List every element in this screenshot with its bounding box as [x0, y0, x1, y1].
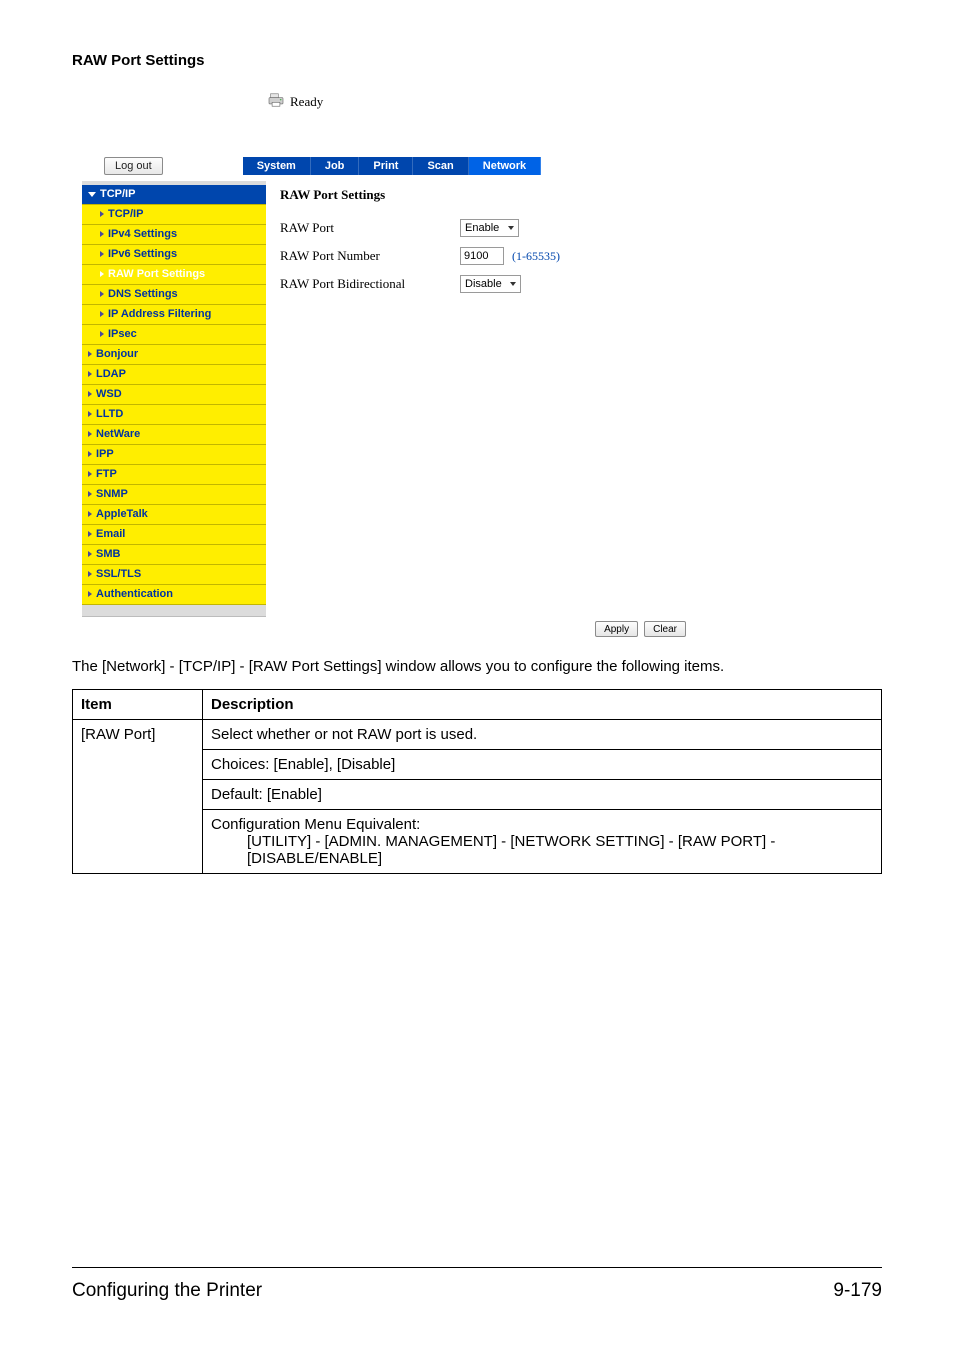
sidebar-label: IPv6 Settings [108, 248, 177, 260]
tab-scan[interactable]: Scan [413, 157, 468, 175]
sidebar-label: LDAP [96, 368, 126, 380]
sidebar-label: SMB [96, 548, 120, 560]
tab-print[interactable]: Print [359, 157, 413, 175]
tab-job[interactable]: Job [311, 157, 360, 175]
sidebar-label: Email [96, 528, 125, 540]
status-bar: Ready [72, 89, 690, 117]
table-header-description: Description [203, 690, 882, 720]
sidebar-item-ssltls[interactable]: SSL/TLS [82, 565, 266, 585]
sidebar-label: Bonjour [96, 348, 138, 360]
sidebar-label: FTP [96, 468, 117, 480]
menu-eq-heading: Configuration Menu Equivalent: [211, 816, 420, 833]
sidebar-item-ipv6[interactable]: IPv6 Settings [82, 245, 266, 265]
raw-port-number-range: (1-65535) [512, 249, 560, 264]
sidebar-label: IPP [96, 448, 114, 460]
footer-right: 9-179 [833, 1280, 882, 1302]
sidebar-label: SNMP [96, 488, 128, 500]
sidebar-item-ftp[interactable]: FTP [82, 465, 266, 485]
sidebar-item-raw-port[interactable]: RAW Port Settings [82, 265, 266, 285]
sidebar-label: AppleTalk [96, 508, 148, 520]
raw-port-number-label: RAW Port Number [280, 248, 460, 264]
sidebar-item-ipv4[interactable]: IPv4 Settings [82, 225, 266, 245]
raw-port-bidirectional-label: RAW Port Bidirectional [280, 276, 460, 292]
sidebar-item-smb[interactable]: SMB [82, 545, 266, 565]
menu-eq-path: [UTILITY] - [ADMIN. MANAGEMENT] - [NETWO… [211, 833, 873, 867]
sidebar-label: IPsec [108, 328, 137, 340]
sidebar-item-email[interactable]: Email [82, 525, 266, 545]
tab-bar: System Job Print Scan Network [243, 157, 541, 175]
table-header-item: Item [73, 690, 203, 720]
sidebar-item-wsd[interactable]: WSD [82, 385, 266, 405]
table-desc-line1: Select whether or not RAW port is used. [203, 720, 882, 750]
sidebar-label: NetWare [96, 428, 140, 440]
sidebar-label: WSD [96, 388, 122, 400]
sidebar-item-ipp[interactable]: IPP [82, 445, 266, 465]
sidebar-label: IP Address Filtering [108, 308, 211, 320]
printer-icon [268, 93, 284, 111]
sidebar-item-netware[interactable]: NetWare [82, 425, 266, 445]
sidebar-item-snmp[interactable]: SNMP [82, 485, 266, 505]
sidebar-item-ipfilter[interactable]: IP Address Filtering [82, 305, 266, 325]
table-desc-line3: Default: [Enable] [203, 780, 882, 810]
sidebar-label: Authentication [96, 588, 173, 600]
sidebar: TCP/IP TCP/IP IPv4 Settings IPv6 Setting… [82, 181, 266, 617]
content-title: RAW Port Settings [280, 187, 676, 203]
sidebar-label: TCP/IP [108, 208, 143, 220]
sidebar-item-tcpip[interactable]: TCP/IP [82, 205, 266, 225]
raw-port-number-input[interactable] [460, 247, 504, 265]
raw-port-label: RAW Port [280, 220, 460, 236]
sidebar-label: LLTD [96, 408, 123, 420]
table-desc-line2: Choices: [Enable], [Disable] [203, 750, 882, 780]
tab-system[interactable]: System [243, 157, 311, 175]
sidebar-item-bonjour[interactable]: Bonjour [82, 345, 266, 365]
sidebar-item-appletalk[interactable]: AppleTalk [82, 505, 266, 525]
clear-button[interactable]: Clear [644, 621, 686, 637]
sidebar-label: DNS Settings [108, 288, 178, 300]
body-paragraph: The [Network] - [TCP/IP] - [RAW Port Set… [72, 657, 882, 677]
description-table: Item Description [RAW Port] Select wheth… [72, 689, 882, 874]
table-item: [RAW Port] [73, 720, 203, 874]
sidebar-item-dns[interactable]: DNS Settings [82, 285, 266, 305]
apply-button[interactable]: Apply [595, 621, 638, 637]
sidebar-item-authentication[interactable]: Authentication [82, 585, 266, 605]
sidebar-label: TCP/IP [100, 188, 135, 200]
sidebar-label: RAW Port Settings [108, 268, 205, 280]
sidebar-item-lltd[interactable]: LLTD [82, 405, 266, 425]
raw-port-bidirectional-select[interactable]: Disable [460, 275, 521, 293]
sidebar-label: SSL/TLS [96, 568, 141, 580]
sidebar-item-ldap[interactable]: LDAP [82, 365, 266, 385]
status-text: Ready [290, 94, 323, 110]
sidebar-item-ipsec[interactable]: IPsec [82, 325, 266, 345]
sidebar-label: IPv4 Settings [108, 228, 177, 240]
logout-button[interactable]: Log out [104, 157, 163, 175]
table-desc-line4: Configuration Menu Equivalent: [UTILITY]… [203, 810, 882, 874]
content-panel: RAW Port Settings RAW Port Enable RAW Po… [266, 181, 690, 617]
section-heading: RAW Port Settings [72, 52, 882, 69]
tab-network[interactable]: Network [469, 157, 541, 175]
footer-left: Configuring the Printer [72, 1280, 262, 1302]
raw-port-select[interactable]: Enable [460, 219, 519, 237]
sidebar-group-tcpip[interactable]: TCP/IP [82, 185, 266, 205]
